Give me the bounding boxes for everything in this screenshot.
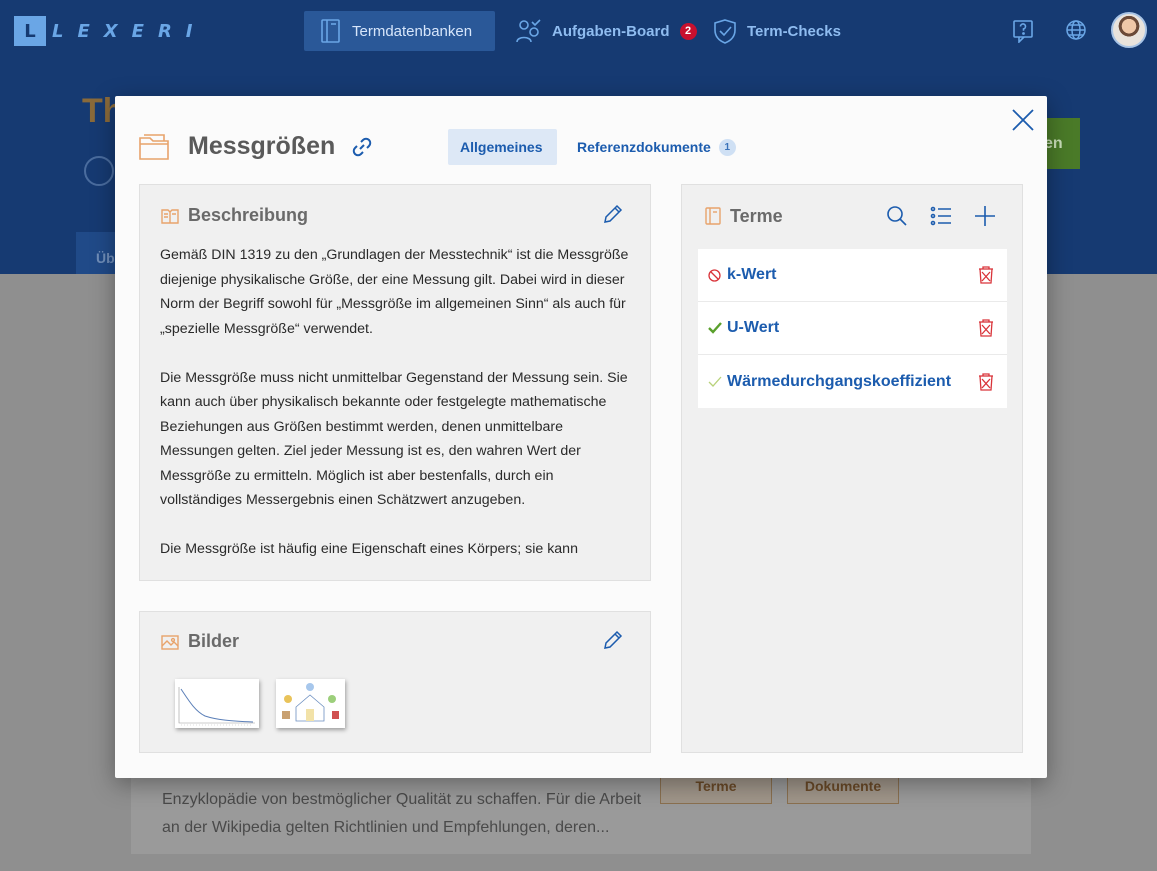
- nav-termdatenbanken[interactable]: Termdatenbanken: [304, 11, 495, 51]
- description-text: Gemäß DIN 1319 zu den „Grundlagen der Me…: [160, 243, 630, 561]
- term-label[interactable]: Wärmedurchgangskoeffizient: [726, 373, 975, 391]
- nav-label: Term-Checks: [747, 22, 841, 40]
- description-heading: Beschreibung: [188, 205, 309, 225]
- description-panel: Beschreibung Gemäß DIN 1319 zu den „Grun…: [139, 184, 651, 581]
- image-thumbnail-diagram[interactable]: [276, 679, 345, 728]
- logo-mark: L: [14, 16, 46, 46]
- book-icon: [705, 207, 721, 225]
- globe-icon[interactable]: [1065, 19, 1087, 41]
- term-entry-dialog: Messgrößen Allgemeines Referenzdokumente…: [115, 96, 1047, 778]
- search-icon[interactable]: [886, 205, 908, 227]
- delete-trash-icon[interactable]: [977, 372, 995, 392]
- user-avatar[interactable]: [1111, 12, 1147, 48]
- forbidden-status-icon: [708, 268, 721, 282]
- tab-referenzdokumente[interactable]: Referenzdokumente 1: [565, 129, 748, 165]
- terms-panel: Terme k-Wert U-Wert Wärmedurchgangskoeff…: [681, 184, 1023, 753]
- image-gallery-icon: [161, 635, 179, 650]
- folder-icon: [139, 134, 169, 160]
- terms-heading: Terme: [730, 206, 783, 226]
- term-row[interactable]: U-Wert: [698, 302, 1007, 355]
- dialog-title: Messgrößen: [188, 132, 336, 160]
- description-paragraph: Die Messgröße muss nicht unmittelbar Geg…: [160, 369, 628, 509]
- tab-allgemeines[interactable]: Allgemeines: [448, 129, 557, 165]
- description-paragraph: Die Messgröße ist häufig eine Eigenschaf…: [160, 541, 578, 557]
- background-card-text: Enzyklopädie von bestmöglicher Qualität …: [162, 791, 642, 836]
- nav-label: Termdatenbanken: [352, 22, 473, 40]
- link-icon[interactable]: [351, 136, 373, 158]
- tab-count-badge: 1: [718, 138, 736, 156]
- tab-label: Referenzdokumente: [577, 139, 711, 155]
- app-logo[interactable]: L LEXERI: [14, 16, 207, 46]
- images-panel: Bilder: [139, 611, 651, 753]
- team-task-icon: [516, 19, 541, 43]
- description-icon: [161, 209, 179, 224]
- term-label[interactable]: U-Wert: [726, 319, 975, 337]
- edit-pencil-icon[interactable]: [602, 203, 624, 225]
- close-icon[interactable]: [1010, 107, 1036, 133]
- add-term-icon[interactable]: [974, 205, 996, 227]
- term-row[interactable]: Wärmedurchgangskoeffizient: [698, 355, 1007, 408]
- allowed-status-icon: [708, 376, 722, 387]
- delete-trash-icon[interactable]: [977, 265, 995, 285]
- nav-aufgaben-board[interactable]: Aufgaben-Board 2: [500, 11, 713, 51]
- tab-label: Allgemeines: [460, 139, 543, 155]
- nav-label: Aufgaben-Board: [552, 22, 670, 40]
- preferred-status-icon: [708, 322, 722, 334]
- term-list: k-Wert U-Wert Wärmedurchgangskoeffizient: [698, 249, 1007, 408]
- line-chart-thumbnail: [178, 687, 255, 726]
- shield-check-icon: [714, 19, 736, 44]
- background-info-icon: [84, 156, 114, 186]
- delete-trash-icon[interactable]: [977, 318, 995, 338]
- database-book-icon: [321, 19, 340, 43]
- edit-pencil-icon[interactable]: [602, 629, 624, 651]
- images-heading: Bilder: [188, 631, 240, 651]
- image-thumbnail-chart[interactable]: [175, 679, 259, 728]
- term-row[interactable]: k-Wert: [698, 249, 1007, 302]
- description-paragraph: Gemäß DIN 1319 zu den „Grundlagen der Me…: [160, 247, 629, 337]
- term-label[interactable]: k-Wert: [726, 266, 975, 284]
- nav-term-checks[interactable]: Term-Checks: [697, 11, 857, 51]
- top-navigation: L LEXERI Termdatenbanken Aufgaben-Board …: [0, 0, 1157, 64]
- help-icon[interactable]: [1012, 19, 1034, 43]
- list-view-icon[interactable]: [930, 205, 952, 227]
- house-diagram-thumbnail: [282, 683, 339, 722]
- logo-wordmark: LEXERI: [52, 20, 207, 42]
- notification-badge: 2: [679, 22, 697, 40]
